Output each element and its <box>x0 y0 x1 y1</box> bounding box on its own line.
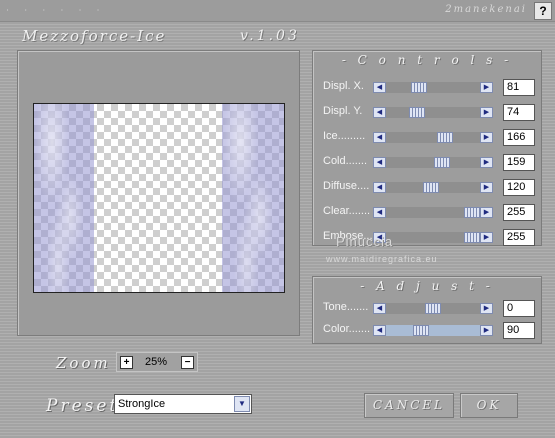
slider-row: Ice......... ◀ ▶ 166 <box>323 128 535 146</box>
title-dots: ∙ ∙ ∙ ∙ ∙ ∙ <box>6 4 106 16</box>
adjust-panel: - A d j u s t - Tone....... ◀ ▶ 0 Color.....… <box>312 276 542 344</box>
arrow-right-icon[interactable]: ▶ <box>480 82 493 93</box>
arrow-right-icon[interactable]: ▶ <box>480 182 493 193</box>
arrow-right-icon[interactable]: ▶ <box>480 132 493 143</box>
slider-thumb[interactable] <box>411 82 427 93</box>
slider-label: Tone....... <box>323 301 369 313</box>
value-field[interactable]: 255 <box>503 204 535 221</box>
zoom-in-button[interactable]: + <box>120 356 133 369</box>
arrow-left-icon[interactable]: ◀ <box>373 132 386 143</box>
slider-thumb[interactable] <box>464 232 480 243</box>
title-bar: ∙ ∙ ∙ ∙ ∙ ∙ 2manekenai ? <box>0 0 555 22</box>
arrow-left-icon[interactable]: ◀ <box>373 303 386 314</box>
arrow-left-icon[interactable]: ◀ <box>373 157 386 168</box>
zoom-out-button[interactable]: − <box>181 356 194 369</box>
zoom-control: + 25% − <box>116 352 198 372</box>
watermark-name: Pinuccia <box>336 234 394 249</box>
slider-row: Diffuse.... ◀ ▶ 120 <box>323 178 535 196</box>
slider-thumb[interactable] <box>423 182 439 193</box>
ok-button[interactable]: OK <box>460 393 518 418</box>
plugin-version: v.1.03 <box>240 28 300 44</box>
preview-image[interactable] <box>33 103 285 293</box>
slider-track[interactable]: ◀ ▶ <box>373 132 493 143</box>
slider-label: Ice......... <box>323 130 366 142</box>
adjust-title: - A d j u s t - <box>360 279 494 293</box>
slider-row: Displ. X. ◀ ▶ 81 <box>323 78 535 96</box>
slider-track[interactable]: ◀ ▶ <box>373 82 493 93</box>
chevron-down-icon[interactable]: ▼ <box>234 396 250 412</box>
value-field[interactable]: 74 <box>503 104 535 121</box>
slider-track[interactable]: ◀ ▶ <box>373 325 493 336</box>
cancel-button[interactable]: CANCEL <box>364 393 454 418</box>
slider-label: Clear....... <box>323 205 371 217</box>
value-field[interactable]: 166 <box>503 129 535 146</box>
value-field[interactable]: 159 <box>503 154 535 171</box>
watermark-site: www.maidiregrafica.eu <box>326 254 438 264</box>
slider-thumb[interactable] <box>409 107 425 118</box>
slider-track[interactable]: ◀ ▶ <box>373 157 493 168</box>
ice-effect-left <box>34 104 94 292</box>
arrow-right-icon[interactable]: ▶ <box>480 207 493 218</box>
arrow-right-icon[interactable]: ▶ <box>480 157 493 168</box>
slider-thumb[interactable] <box>425 303 441 314</box>
value-field[interactable]: 255 <box>503 229 535 246</box>
slider-thumb[interactable] <box>437 132 453 143</box>
plugin-title: Mezzoforce-Ice <box>22 27 167 45</box>
preset-label: Preset <box>46 396 120 416</box>
slider-label: Diffuse.... <box>323 180 370 192</box>
slider-label: Displ. X. <box>323 80 364 92</box>
plugin-window: ∙ ∙ ∙ ∙ ∙ ∙ 2manekenai ? Mezzoforce-Ice … <box>0 0 555 438</box>
slider-row: Tone....... ◀ ▶ 0 <box>323 299 535 317</box>
zoom-label: Zoom <box>56 354 111 372</box>
slider-row: Color....... ◀ ▶ 90 <box>323 321 535 339</box>
value-field[interactable]: 81 <box>503 79 535 96</box>
slider-thumb[interactable] <box>464 207 480 218</box>
arrow-right-icon[interactable]: ▶ <box>480 107 493 118</box>
slider-label: Cold....... <box>323 155 368 167</box>
arrow-right-icon[interactable]: ▶ <box>480 325 493 336</box>
arrow-right-icon[interactable]: ▶ <box>480 303 493 314</box>
slider-label: Color....... <box>323 323 371 335</box>
slider-row: Displ. Y. ◀ ▶ 74 <box>323 103 535 121</box>
slider-track[interactable]: ◀ ▶ <box>373 107 493 118</box>
help-button[interactable]: ? <box>534 2 552 20</box>
arrow-left-icon[interactable]: ◀ <box>373 325 386 336</box>
preset-select[interactable]: StrongIce ▼ <box>114 394 252 414</box>
arrow-left-icon[interactable]: ◀ <box>373 82 386 93</box>
value-field[interactable]: 120 <box>503 179 535 196</box>
controls-panel: - C o n t r o l s - Displ. X. ◀ ▶ 81 Displ. … <box>312 50 542 246</box>
preset-value: StrongIce <box>118 398 166 410</box>
arrow-left-icon[interactable]: ◀ <box>373 207 386 218</box>
slider-thumb[interactable] <box>434 157 450 168</box>
slider-thumb[interactable] <box>413 325 429 336</box>
arrow-right-icon[interactable]: ▶ <box>480 232 493 243</box>
arrow-left-icon[interactable]: ◀ <box>373 107 386 118</box>
ice-effect-right <box>222 104 284 292</box>
slider-track[interactable]: ◀ ▶ <box>373 182 493 193</box>
value-field[interactable]: 90 <box>503 322 535 339</box>
controls-title: - C o n t r o l s - <box>341 53 513 67</box>
value-field[interactable]: 0 <box>503 300 535 317</box>
slider-label: Displ. Y. <box>323 105 363 117</box>
slider-track[interactable]: ◀ ▶ <box>373 303 493 314</box>
slider-track[interactable]: ◀ ▶ <box>373 207 493 218</box>
author-name: 2manekenai <box>445 4 527 15</box>
slider-row: Clear....... ◀ ▶ 255 <box>323 203 535 221</box>
zoom-value: 25% <box>145 356 168 368</box>
arrow-left-icon[interactable]: ◀ <box>373 182 386 193</box>
slider-row: Cold....... ◀ ▶ 159 <box>323 153 535 171</box>
